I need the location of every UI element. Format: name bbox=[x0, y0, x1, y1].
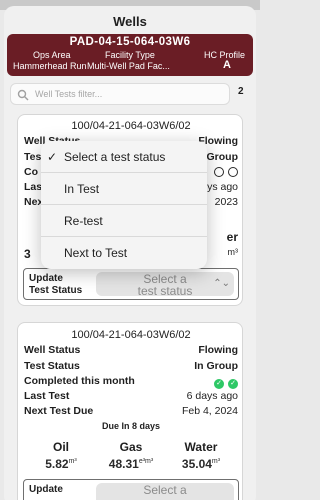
well-status-label: Well Status bbox=[24, 344, 81, 356]
well-tests-filter-input[interactable]: Well Tests filter... bbox=[10, 83, 230, 105]
update-test-status: Update Test Status Select a test status … bbox=[23, 268, 239, 300]
facility-type-value: Multi-Well Pad Fac... bbox=[87, 61, 170, 71]
last-test-value: ys ago bbox=[207, 181, 238, 193]
test-status-label: Test Status bbox=[24, 360, 80, 372]
completion-indicators bbox=[210, 167, 238, 180]
ops-area-value: Hammerhead Run bbox=[13, 61, 87, 71]
oil-value: 3 bbox=[24, 247, 31, 261]
test-status-row: Test Status In Group bbox=[24, 360, 238, 374]
well-status-row: Well Status Flowing bbox=[24, 344, 238, 358]
water-value: 35.04m³ bbox=[181, 457, 221, 471]
next-test-row: Next Test Due Feb 4, 2024 bbox=[24, 405, 238, 419]
test-status-value: In Group bbox=[194, 360, 238, 372]
next-test-label: Next Test Due bbox=[24, 405, 94, 417]
last-test-value: 6 days ago bbox=[186, 390, 238, 402]
page-title: Wells bbox=[113, 14, 147, 29]
checkmark-icon: ✓ bbox=[47, 150, 58, 164]
water-label: Water bbox=[184, 440, 218, 454]
search-placeholder: Well Tests filter... bbox=[35, 89, 103, 99]
pad-name: PAD-04-15-064-03W6 bbox=[69, 36, 191, 48]
test-status-select[interactable]: Select a bbox=[96, 483, 234, 500]
next-test-value: Feb 4, 2024 bbox=[181, 405, 238, 417]
well-name: 100/04-21-064-03W6/02 bbox=[71, 329, 191, 341]
well-test-card[interactable]: 100/04-21-064-03W6/02 Well Status Flowin… bbox=[17, 322, 243, 500]
update-test-status-label: Update bbox=[29, 484, 63, 495]
next-test-value: 2023 bbox=[214, 196, 238, 208]
hc-profile-value: A bbox=[223, 59, 231, 71]
option-select-a-test-status[interactable]: ✓ Select a test status bbox=[41, 141, 207, 173]
gas-value: 48.31e³m³ bbox=[108, 457, 154, 471]
check-circle-icon: ✓ bbox=[228, 379, 238, 389]
check-circle-icon: ✓ bbox=[214, 379, 224, 389]
test-status-select[interactable]: Select a test status ⌃⌄ bbox=[96, 272, 234, 297]
search-icon bbox=[17, 89, 29, 101]
completion-indicators: ✓ ✓ bbox=[210, 376, 238, 389]
completed-label: Co bbox=[24, 166, 38, 178]
oil-value: 5.82m³ bbox=[45, 457, 77, 471]
oil-label: Oil bbox=[52, 440, 69, 454]
ops-area-label: Ops Area bbox=[33, 50, 71, 60]
last-test-row: Last Test 6 days ago bbox=[24, 390, 238, 404]
facility-type-label: Facility Type bbox=[105, 50, 155, 60]
well-name: 100/04-21-064-03W6/02 bbox=[71, 120, 191, 132]
completed-row: Completed this month ✓ ✓ bbox=[24, 375, 238, 389]
empty-circle-icon bbox=[228, 167, 238, 177]
water-label: er bbox=[226, 230, 238, 244]
last-test-label: Last Test bbox=[24, 390, 70, 402]
chevron-up-down-icon: ⌃⌄ bbox=[213, 278, 230, 289]
option-re-test[interactable]: Re-test bbox=[41, 205, 207, 237]
test-status-dropdown: ✓ Select a test status In Test Re-test N… bbox=[41, 141, 207, 269]
result-count: 2 bbox=[238, 86, 244, 97]
update-test-status: Update Select a bbox=[23, 479, 239, 500]
pad-header-card: PAD-04-15-064-03W6 Ops Area Facility Typ… bbox=[7, 34, 253, 76]
option-next-to-test[interactable]: Next to Test bbox=[41, 237, 207, 269]
update-test-status-label: Update Test Status bbox=[29, 273, 83, 296]
due-in-label: Due In 8 days bbox=[101, 421, 161, 431]
empty-circle-icon bbox=[214, 167, 224, 177]
water-unit: m³ bbox=[227, 247, 239, 257]
well-status-value: Flowing bbox=[198, 344, 238, 356]
completed-label: Completed this month bbox=[24, 375, 135, 387]
gas-label: Gas bbox=[119, 440, 143, 454]
option-in-test[interactable]: In Test bbox=[41, 173, 207, 205]
